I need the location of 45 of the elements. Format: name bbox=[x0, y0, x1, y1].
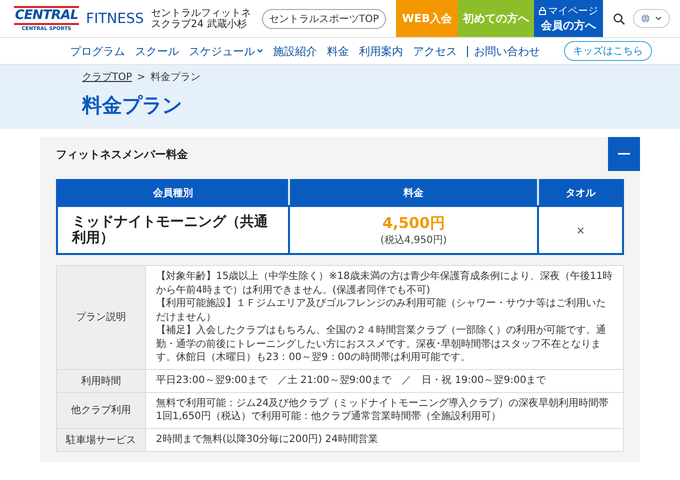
nav-link[interactable]: プログラム bbox=[70, 44, 125, 58]
kids-button[interactable]: キッズはこちら bbox=[564, 41, 652, 61]
top-link-button[interactable]: セントラルスポーツTOP bbox=[262, 8, 386, 28]
price-with-tax: (税込4,950円) bbox=[379, 234, 448, 246]
panel-title: フィットネスメンバー料金 bbox=[55, 146, 188, 162]
lock-icon bbox=[539, 7, 546, 15]
nav-link[interactable]: アクセス bbox=[413, 44, 457, 58]
detail-label: 他クラブ利用 bbox=[56, 392, 146, 428]
club-name: セントラルフィットネスクラブ24 武蔵小杉 bbox=[150, 8, 252, 30]
logo-wordmark: CENTRAL bbox=[14, 6, 80, 24]
brand-name: FITNESS bbox=[86, 10, 144, 26]
nav-link[interactable]: 料金 bbox=[327, 44, 349, 58]
nav-link[interactable]: 施設紹介 bbox=[273, 44, 317, 58]
search-icon[interactable] bbox=[613, 12, 625, 24]
detail-label: 利用時間 bbox=[56, 369, 146, 392]
nav-link[interactable]: 利用案内 bbox=[359, 44, 403, 58]
member-button[interactable]: マイページ 会員の方へ bbox=[534, 0, 603, 37]
chevron-down-icon bbox=[257, 49, 263, 53]
column-header: タオル bbox=[538, 180, 623, 206]
nav-link[interactable]: お問い合わせ bbox=[467, 46, 540, 56]
page-title: 料金プラン bbox=[82, 92, 183, 119]
breadcrumb-link[interactable]: クラブTOP bbox=[82, 70, 132, 84]
detail-text: 平日23:00～翌9:00まで ／土 21:00～翌9:00まで ／ 日・祝 19:00～翌9:00まで bbox=[156, 374, 548, 388]
detail-text: 無料で利用可能：ジム24及び他クラブ（ミッドナイトモーニング導入クラブ）の深夜早朝利用時間帯 bbox=[156, 396, 610, 410]
column-header: 会員種別 bbox=[57, 180, 290, 206]
nav-link[interactable]: スケジュール bbox=[189, 44, 263, 58]
minus-icon bbox=[618, 153, 630, 155]
detail-text: 【補足】入会したクラブはもちろん、全国の２４時間営業クラブ（一部除く）の利用が可能です。通勤・通学の前後にトレーニングしたい方におススメです。深夜･早朝時間帯はスタッフ不在となります。休館日（木曜日）も23：00～翌9：00の時間帯は利用可能です。 bbox=[156, 324, 607, 364]
plan-name: ミッドナイトモーニング（共通利用） bbox=[57, 206, 290, 254]
breadcrumb-separator: > bbox=[137, 72, 146, 82]
detail-label: プラン説明 bbox=[56, 266, 146, 369]
detail-text: 【利用可能施設】１Ｆジムエリア及びゴルフレンジのみ利用可能（シャワー・サウナ等はご利用いただけません） bbox=[156, 297, 607, 324]
breadcrumb-current: 料金プラン bbox=[150, 70, 200, 84]
price: 4,500円 bbox=[381, 214, 446, 232]
detail-text: 【対象年齢】15歳以上（中学生除く）※18歳未満の方は青少年保護育成条例により、深夜（午後11時から午前4時まで）は利用できません。(保護者同伴でも不可) bbox=[156, 270, 613, 297]
towel-cell: × bbox=[538, 206, 623, 254]
detail-text: 2時間まで無料(以降30分毎に200円) 24時間営業 bbox=[156, 432, 379, 446]
chevron-down-icon bbox=[655, 16, 662, 21]
detail-label: 駐車場サービス bbox=[56, 428, 146, 451]
detail-text: 1回1,650円（税込）で利用可能：他クラブ通常営業時間帯（全施設利用可） bbox=[156, 410, 502, 424]
language-selector[interactable] bbox=[633, 9, 670, 28]
globe-icon bbox=[641, 14, 650, 23]
nav-link[interactable]: スクール bbox=[135, 44, 179, 58]
collapse-toggle[interactable] bbox=[608, 137, 640, 171]
column-header: 料金 bbox=[289, 180, 538, 206]
